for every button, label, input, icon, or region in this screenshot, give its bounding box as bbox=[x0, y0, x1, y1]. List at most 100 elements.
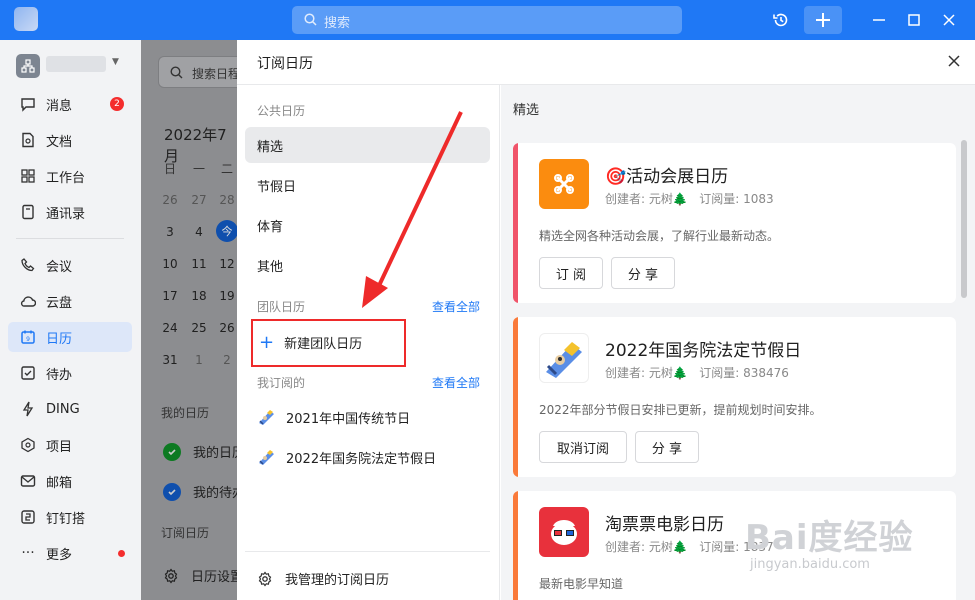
category-holidays[interactable]: 节假日 bbox=[245, 167, 490, 203]
day-cell[interactable]: 19 bbox=[217, 289, 237, 303]
calendar-icon: 9 bbox=[20, 329, 36, 345]
share-button[interactable]: 分 享 bbox=[611, 257, 675, 289]
sidebar-item-label: 日历 bbox=[46, 331, 73, 347]
sidebar-item-calendar[interactable]: 9 日历 bbox=[8, 322, 132, 352]
card-title[interactable]: 淘票票电影日历 bbox=[605, 510, 724, 535]
subscribed-calendar-item[interactable]: 2022年国务院法定节假日 bbox=[257, 447, 436, 467]
sidebar-item-label: 项目 bbox=[46, 439, 73, 455]
day-cell[interactable]: 28 bbox=[217, 193, 237, 207]
sidebar-item-todo[interactable]: 待办 bbox=[8, 358, 132, 388]
sidebar-item-more[interactable]: ··· 更多 bbox=[8, 538, 132, 568]
weekday-label: 日 bbox=[164, 162, 177, 176]
global-search-bar[interactable]: 搜索 bbox=[292, 6, 682, 34]
day-cell[interactable]: 12 bbox=[217, 257, 237, 271]
sidebar-item-label: 待办 bbox=[46, 367, 73, 383]
today-marker[interactable]: 今 bbox=[216, 220, 237, 242]
close-icon bbox=[948, 55, 960, 67]
calendar-settings-label: 日历设置 bbox=[191, 570, 237, 585]
day-cell[interactable]: 3 bbox=[160, 225, 180, 239]
todo-icon bbox=[20, 365, 36, 381]
card-creator: 创建者: 元树🌲 bbox=[605, 192, 688, 206]
check-circle-icon[interactable] bbox=[163, 442, 181, 461]
message-icon bbox=[20, 96, 36, 112]
day-cell[interactable]: 24 bbox=[160, 321, 180, 335]
project-icon bbox=[20, 437, 36, 453]
day-cell[interactable]: 4 bbox=[189, 225, 209, 239]
minimize-button[interactable] bbox=[864, 6, 894, 34]
sidebar-item-workbench[interactable]: 工作台 bbox=[8, 161, 132, 191]
sidebar-item-cloud[interactable]: 云盘 bbox=[8, 286, 132, 316]
card-title[interactable]: 🎯活动会展日历 bbox=[605, 162, 728, 187]
team-view-all-link[interactable]: 查看全部 bbox=[432, 298, 480, 315]
share-button[interactable]: 分 享 bbox=[635, 431, 699, 463]
day-cell[interactable]: 11 bbox=[189, 257, 209, 271]
create-button[interactable] bbox=[804, 6, 842, 34]
maximize-button[interactable] bbox=[899, 6, 929, 34]
managed-calendars-link[interactable]: 我管理的订阅日历 bbox=[257, 569, 389, 588]
more-icon: ··· bbox=[21, 545, 35, 561]
day-cell[interactable]: 26 bbox=[217, 321, 237, 335]
card-accent-bar bbox=[513, 143, 518, 303]
scrollbar-thumb[interactable] bbox=[961, 140, 967, 298]
day-cell[interactable]: 2 bbox=[217, 353, 237, 367]
user-avatar[interactable] bbox=[14, 7, 38, 31]
org-name-blurred[interactable] bbox=[46, 56, 106, 72]
unread-badge: 2 bbox=[110, 97, 124, 111]
subscriptions-view-all-link[interactable]: 查看全部 bbox=[432, 374, 480, 391]
day-cell[interactable]: 18 bbox=[189, 289, 209, 303]
org-icon[interactable] bbox=[16, 54, 40, 78]
gear-icon bbox=[164, 568, 178, 583]
sidebar-item-dingtalk-build[interactable]: 钉钉搭 bbox=[8, 502, 132, 532]
day-cell[interactable]: 26 bbox=[160, 193, 180, 207]
my-calendars-label: 我的日历 bbox=[161, 406, 210, 420]
history-icon bbox=[773, 13, 788, 27]
subscribed-calendar-item[interactable]: 2021年中国传统节日 bbox=[257, 407, 410, 427]
card-title[interactable]: 2022年国务院法定节假日 bbox=[605, 336, 801, 361]
day-cell[interactable]: 31 bbox=[160, 353, 180, 367]
section-title: 精选 bbox=[513, 103, 540, 118]
workbench-icon bbox=[20, 168, 36, 184]
card-accent-bar bbox=[513, 491, 518, 600]
list-footer-divider bbox=[245, 551, 490, 552]
calendar-search-input[interactable]: 搜索日程 bbox=[158, 56, 237, 88]
chevron-down-icon[interactable]: ▼ bbox=[112, 57, 119, 67]
event-icon bbox=[539, 159, 589, 209]
card-creator: 创建者: 元树🌲 bbox=[605, 366, 688, 380]
sidebar-item-contacts[interactable]: 通讯录 bbox=[8, 197, 132, 227]
unsubscribe-button[interactable]: 取消订阅 bbox=[539, 431, 627, 463]
sidebar-item-project[interactable]: 项目 bbox=[8, 430, 132, 460]
check-circle-icon[interactable] bbox=[163, 482, 181, 501]
close-window-button[interactable] bbox=[934, 6, 964, 34]
category-sports[interactable]: 体育 bbox=[245, 207, 490, 243]
sidebar-item-mail[interactable]: 邮箱 bbox=[8, 466, 132, 496]
category-list: 公共日历 精选 节假日 体育 其他 团队日历 查看全部 + 新建团队日历 我订阅… bbox=[237, 85, 500, 600]
sidebar-item-messages[interactable]: 消息 2 bbox=[8, 89, 132, 119]
day-cell[interactable]: 10 bbox=[160, 257, 180, 271]
day-cell[interactable]: 25 bbox=[189, 321, 209, 335]
sidebar-item-docs[interactable]: 文档 bbox=[8, 125, 132, 155]
sidebar-item-ding[interactable]: DING bbox=[8, 394, 132, 424]
day-cell[interactable]: 1 bbox=[189, 353, 209, 367]
my-calendar-name: 我的日历 bbox=[193, 446, 237, 461]
category-other[interactable]: 其他 bbox=[245, 247, 490, 283]
history-button[interactable] bbox=[766, 6, 796, 34]
subscribe-button[interactable]: 订 阅 bbox=[539, 257, 603, 289]
mail-icon bbox=[20, 473, 36, 489]
new-team-calendar-button[interactable]: + 新建团队日历 bbox=[259, 333, 362, 352]
card-meta: 创建者: 元树🌲 订阅量: 1083 bbox=[605, 190, 774, 207]
managed-calendars-label: 我管理的订阅日历 bbox=[285, 573, 390, 588]
day-cell[interactable]: 27 bbox=[189, 193, 209, 207]
lightning-icon bbox=[20, 401, 36, 417]
calendar-card: 🎯活动会展日历 创建者: 元树🌲 订阅量: 1083 精选全网各种活动会展，了解… bbox=[513, 143, 956, 303]
my-calendar-item[interactable]: 我的待办 bbox=[163, 482, 237, 501]
weekday-label: 二 bbox=[221, 162, 234, 176]
holiday-icon bbox=[539, 333, 589, 383]
calendar-settings-link[interactable]: 日历设置 bbox=[163, 566, 237, 585]
document-icon bbox=[20, 132, 36, 148]
day-cell[interactable]: 17 bbox=[160, 289, 180, 303]
panel-close-button[interactable] bbox=[943, 50, 965, 72]
title-bar: 搜索 bbox=[0, 0, 975, 40]
sidebar-item-meeting[interactable]: 会议 bbox=[8, 250, 132, 280]
category-featured[interactable]: 精选 bbox=[245, 127, 490, 163]
my-calendar-item[interactable]: 我的日历 bbox=[163, 442, 237, 461]
